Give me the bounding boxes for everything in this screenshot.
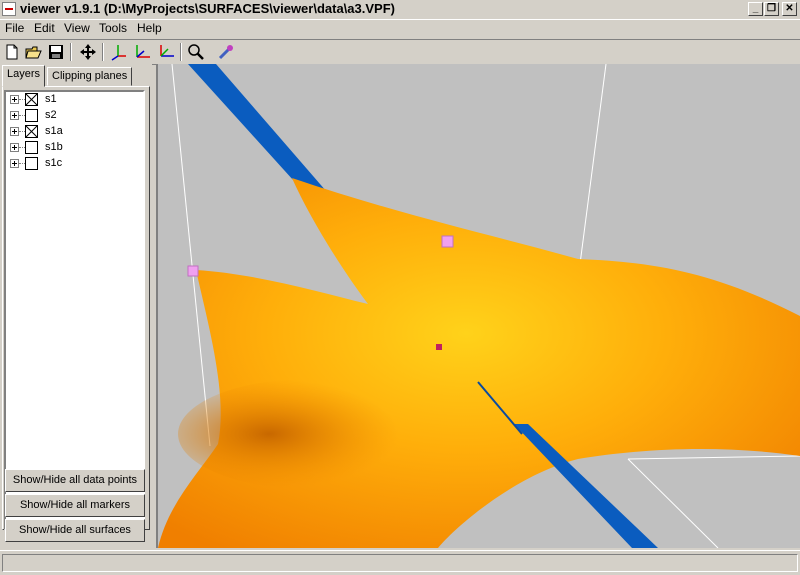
surface-shading — [178, 379, 438, 489]
app-icon — [2, 2, 16, 16]
axes-yz-icon[interactable] — [156, 42, 176, 62]
3d-viewport[interactable] — [156, 64, 800, 548]
show-hide-markers-button[interactable]: Show/Hide all markers — [5, 494, 145, 517]
layer-checkbox[interactable] — [25, 93, 38, 106]
layer-label: s1a — [45, 125, 63, 137]
toolbar — [0, 39, 800, 65]
layer-label: s1c — [45, 157, 63, 169]
menu-view[interactable]: View — [64, 21, 90, 35]
axes-xy-icon[interactable] — [108, 42, 128, 62]
left-panel: Layers Clipping planes s1 s2 s1a s1b s1c… — [0, 64, 152, 548]
pick-icon[interactable] — [216, 42, 236, 62]
layer-label: s2 — [45, 109, 57, 121]
minimize-button[interactable]: _ — [748, 2, 763, 16]
title-bar: viewer v1.9.1 (D:\MyProjects\SURFACES\vi… — [0, 0, 800, 20]
window-title: viewer v1.9.1 (D:\MyProjects\SURFACES\vi… — [20, 1, 395, 16]
scene-canvas[interactable] — [158, 64, 800, 548]
layer-checkbox[interactable] — [25, 109, 38, 122]
open-folder-icon[interactable] — [24, 42, 44, 62]
expand-icon[interactable] — [10, 159, 19, 168]
marker — [187, 265, 199, 277]
layer-label: s1b — [45, 141, 63, 153]
show-hide-data-points-button[interactable]: Show/Hide all data points — [5, 469, 145, 492]
menu-file[interactable]: File — [5, 21, 24, 35]
marker — [441, 235, 454, 248]
pan-move-icon[interactable] — [78, 42, 98, 62]
layer-checkbox[interactable] — [25, 141, 38, 154]
layer-checkbox[interactable] — [25, 157, 38, 170]
tab-clipping-planes[interactable]: Clipping planes — [47, 67, 133, 86]
close-button[interactable]: ✕ — [782, 2, 797, 16]
menu-help[interactable]: Help — [137, 21, 162, 35]
zoom-icon[interactable] — [186, 42, 206, 62]
status-text — [2, 554, 798, 572]
bbox-edge — [171, 64, 211, 447]
expand-icon[interactable] — [10, 127, 19, 136]
layer-label: s1 — [45, 93, 57, 105]
marker — [436, 344, 442, 350]
layers-tree: s1 s2 s1a s1b s1c — [4, 90, 145, 530]
save-icon[interactable] — [46, 42, 66, 62]
expand-icon[interactable] — [10, 143, 19, 152]
expand-icon[interactable] — [10, 95, 19, 104]
menu-tools[interactable]: Tools — [99, 21, 127, 35]
menu-edit[interactable]: Edit — [34, 21, 55, 35]
axes-xz-icon[interactable] — [132, 42, 152, 62]
status-bar — [0, 550, 800, 575]
restore-button[interactable]: ❐ — [764, 2, 779, 16]
layer-checkbox[interactable] — [25, 125, 38, 138]
new-file-icon[interactable] — [2, 42, 22, 62]
surface-s1 — [158, 178, 800, 548]
bbox-edge — [579, 64, 607, 265]
show-hide-surfaces-button[interactable]: Show/Hide all surfaces — [5, 519, 145, 542]
tab-layers[interactable]: Layers — [2, 65, 46, 87]
expand-icon[interactable] — [10, 111, 19, 120]
bbox-edge — [627, 455, 800, 460]
menu-bar: File Edit View Tools Help — [0, 20, 800, 38]
